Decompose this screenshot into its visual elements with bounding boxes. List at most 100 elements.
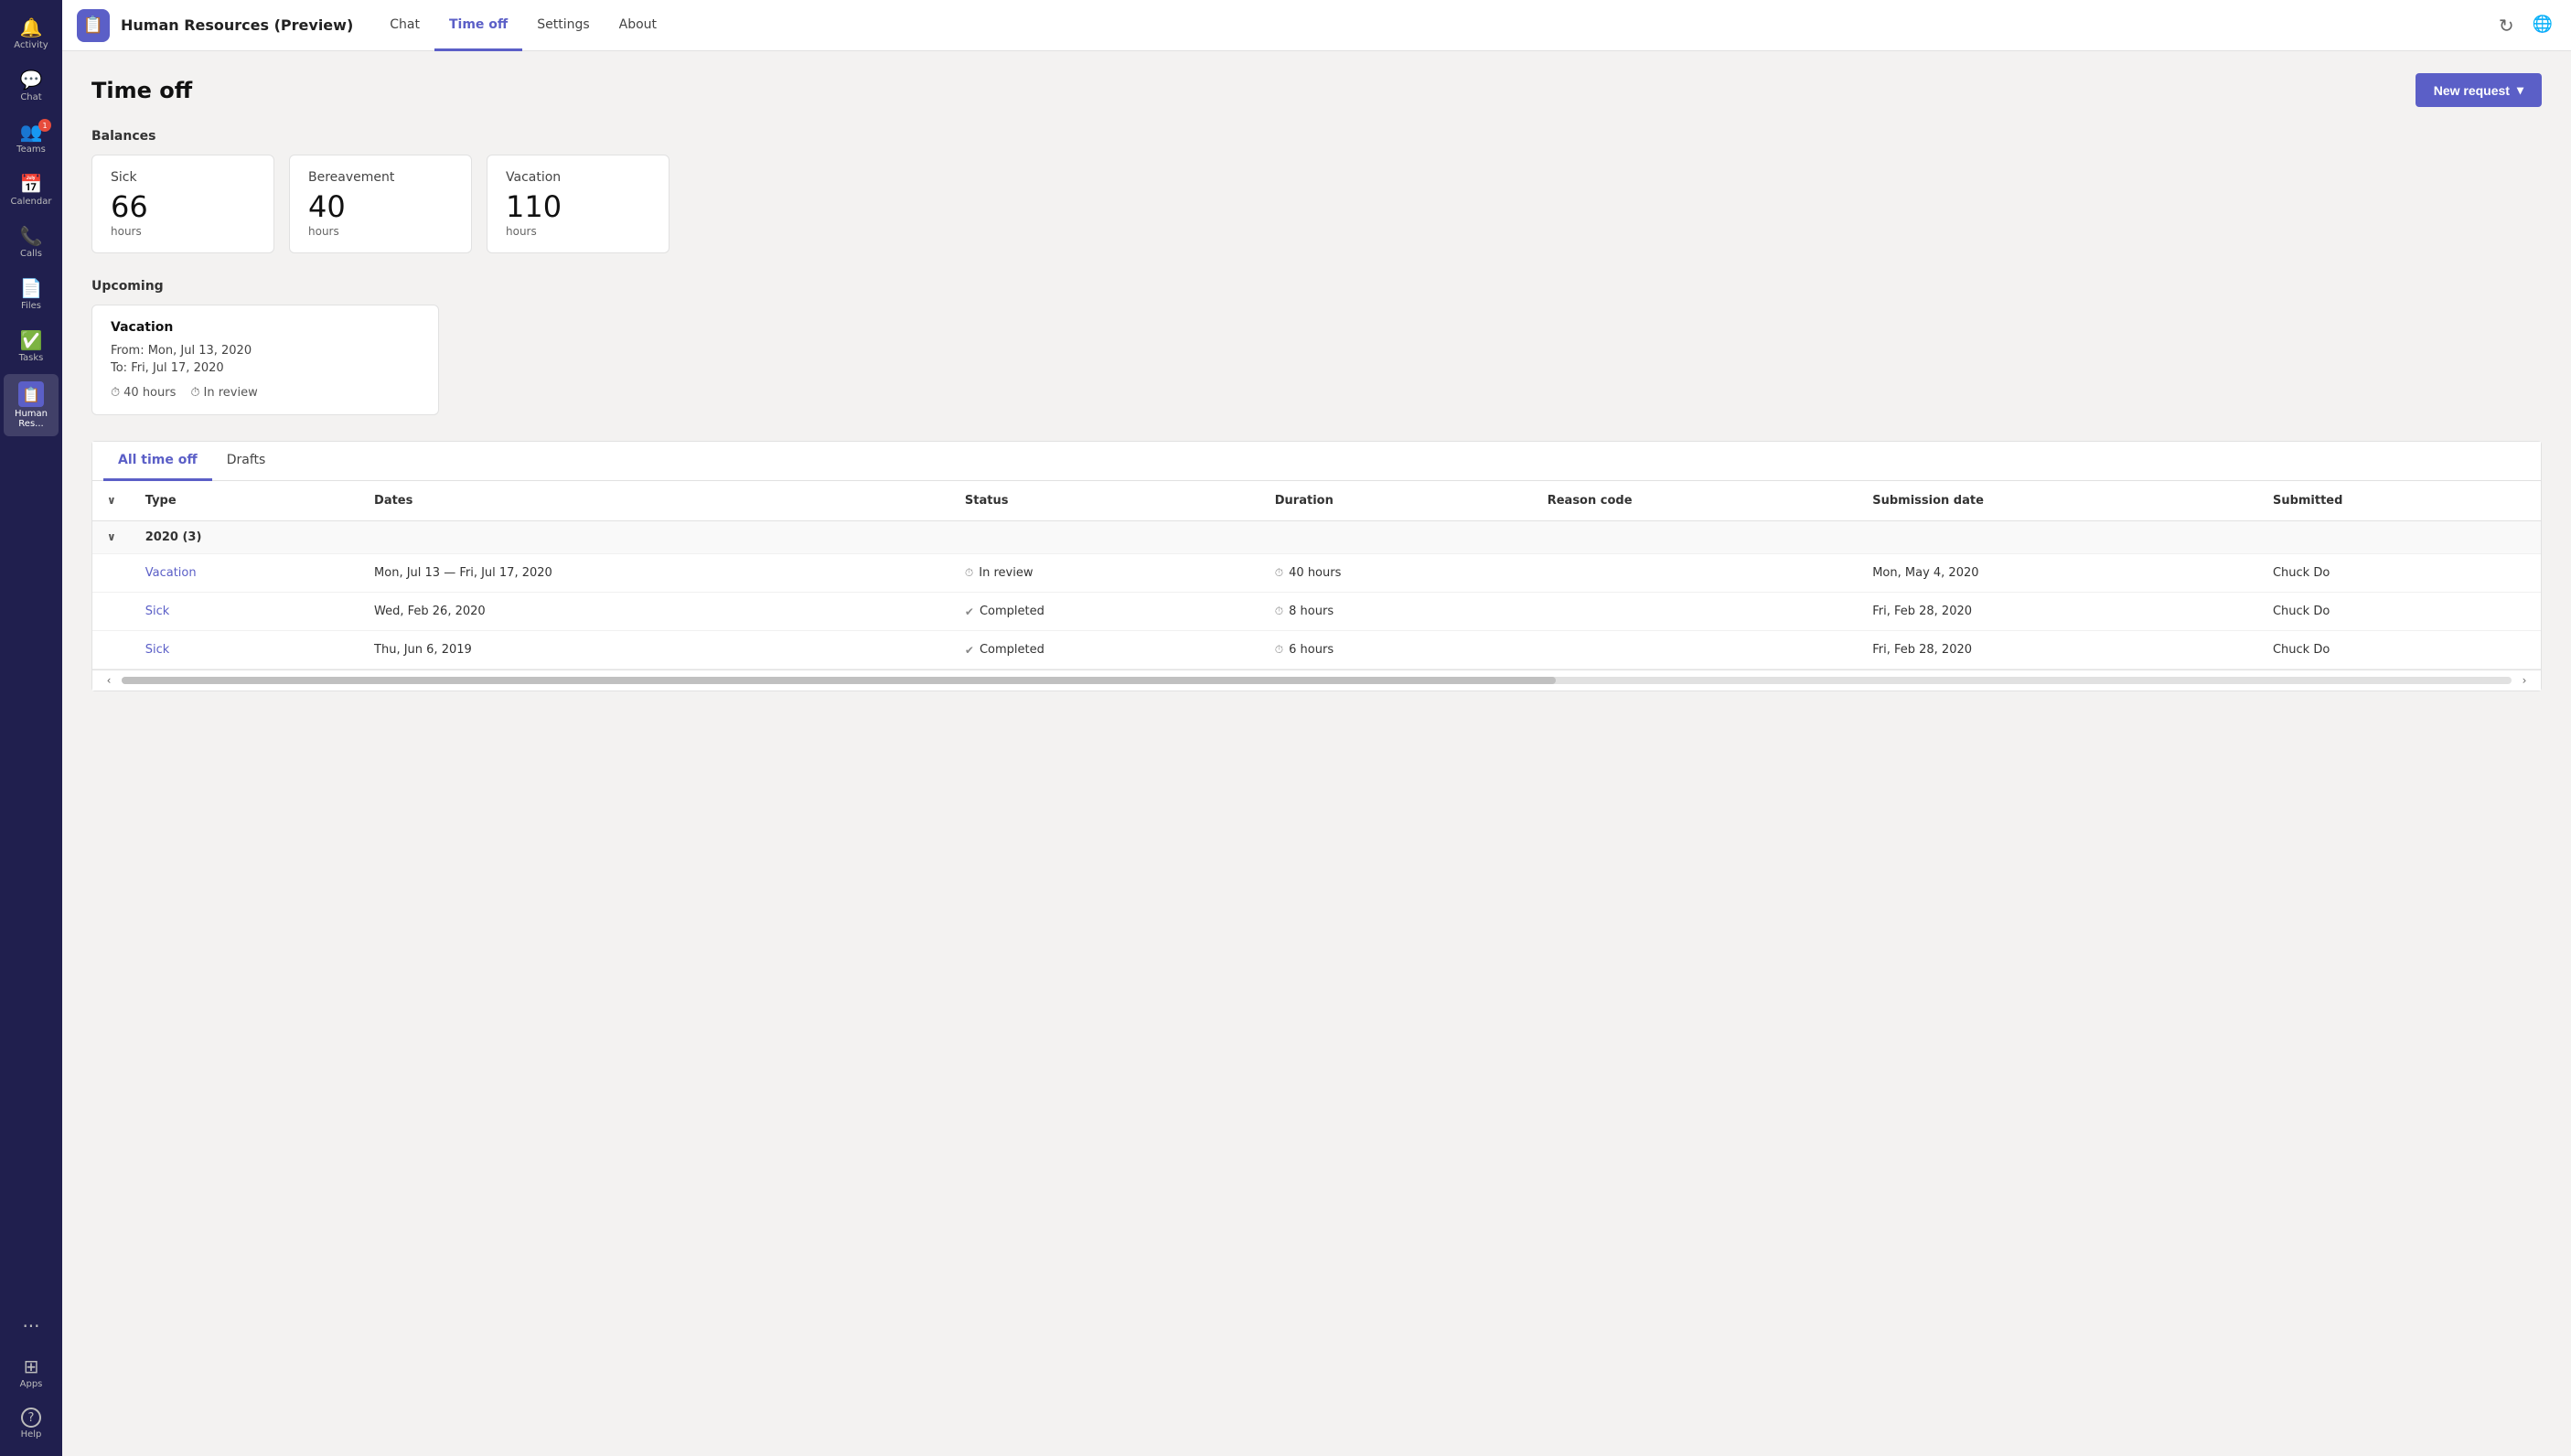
scroll-thumb[interactable]: [122, 677, 1556, 684]
expand-all-icon[interactable]: ∨: [107, 494, 116, 507]
row-indent: [92, 593, 131, 631]
sidebar-item-apps[interactable]: ⊞ Apps: [4, 1348, 59, 1397]
scroll-left-arrow[interactable]: ‹: [100, 674, 118, 687]
sidebar-item-humanres[interactable]: 📋 Human Res...: [4, 374, 59, 436]
balance-card-sick: Sick 66 hours: [91, 155, 274, 253]
status-label: In review: [979, 566, 1033, 580]
new-request-chevron: ▾: [2517, 82, 2523, 98]
row-type: Vacation: [131, 554, 359, 593]
balance-label-bereavement: hours: [308, 225, 453, 238]
duration-label: 8 hours: [1289, 605, 1334, 618]
row-type: Sick: [131, 593, 359, 631]
row-indent: [92, 631, 131, 669]
group-expand-icon[interactable]: ∨: [92, 521, 131, 554]
help-icon: ?: [21, 1408, 41, 1428]
row-submitted-by: Chuck Do: [2258, 554, 2541, 593]
topbar-nav: Chat Time off Settings About: [375, 0, 671, 50]
tasks-icon: ✅: [20, 329, 43, 351]
status-label: Completed: [980, 605, 1044, 618]
refresh-icon[interactable]: ↻: [2495, 11, 2518, 40]
sidebar: 🔔 Activity 💬 Chat 👥 Teams 1 📅 Calendar 📞…: [0, 0, 62, 1456]
table-row: Vacation Mon, Jul 13 — Fri, Jul 17, 2020…: [92, 554, 2541, 593]
status-icon: ⏱: [965, 566, 973, 580]
row-type-link[interactable]: Sick: [145, 643, 170, 657]
sidebar-item-calls[interactable]: 📞 Calls: [4, 218, 59, 266]
row-status: ✔ Completed: [950, 631, 1260, 669]
new-request-button[interactable]: New request ▾: [2416, 73, 2542, 107]
row-dates: Mon, Jul 13 — Fri, Jul 17, 2020: [359, 554, 950, 593]
horizontal-scrollbar[interactable]: ‹ ›: [92, 669, 2541, 691]
row-reason-code: [1533, 554, 1859, 593]
sidebar-item-label: Apps: [20, 1379, 43, 1389]
main-wrapper: 📋 Human Resources (Preview) Chat Time of…: [62, 0, 2571, 1456]
sidebar-item-label: Calendar: [11, 197, 52, 207]
sidebar-item-chat[interactable]: 💬 Chat: [4, 61, 59, 110]
topbar-icons: ↻ 🌐: [2495, 11, 2556, 40]
app-title: Human Resources (Preview): [121, 16, 353, 34]
upcoming-status-value: In review: [204, 386, 258, 400]
row-type-link[interactable]: Vacation: [145, 566, 197, 580]
sidebar-more-button[interactable]: ···: [13, 1306, 48, 1346]
sidebar-item-calendar[interactable]: 📅 Calendar: [4, 166, 59, 214]
upcoming-card-title: Vacation: [111, 320, 420, 335]
col-dates: Dates: [359, 481, 950, 521]
tabs: All time off Drafts: [92, 442, 2541, 481]
app-logo: 📋: [77, 9, 110, 42]
row-status: ✔ Completed: [950, 593, 1260, 631]
globe-icon[interactable]: 🌐: [2529, 11, 2556, 40]
duration-label: 6 hours: [1289, 643, 1334, 657]
upcoming-card: Vacation From: Mon, Jul 13, 2020 To: Fri…: [91, 305, 439, 415]
table-header-row: ∨ Type Dates Status Duration Reason code…: [92, 481, 2541, 521]
sidebar-item-help[interactable]: ? Help: [4, 1400, 59, 1447]
table-row: Sick Wed, Feb 26, 2020 ✔ Completed: [92, 593, 2541, 631]
sidebar-item-label: Chat: [20, 92, 41, 102]
table-container: ∨ Type Dates Status Duration Reason code…: [92, 481, 2541, 669]
col-status: Status: [950, 481, 1260, 521]
logo-icon: 📋: [83, 16, 103, 35]
sidebar-item-teams[interactable]: 👥 Teams 1: [4, 113, 59, 162]
time-off-table: ∨ Type Dates Status Duration Reason code…: [92, 481, 2541, 669]
teams-badge: 1: [38, 119, 51, 132]
balance-label-vacation: hours: [506, 225, 650, 238]
row-submission-date: Fri, Feb 28, 2020: [1858, 593, 2258, 631]
upcoming-hours-value: 40 hours: [123, 386, 176, 400]
sidebar-item-label: Human Res...: [9, 409, 53, 429]
row-submission-date: Fri, Feb 28, 2020: [1858, 631, 2258, 669]
row-submitted-by: Chuck Do: [2258, 593, 2541, 631]
page-header: Time off New request ▾: [91, 73, 2542, 107]
files-icon: 📄: [20, 277, 43, 299]
row-type: Sick: [131, 631, 359, 669]
balance-card-vacation: Vacation 110 hours: [487, 155, 670, 253]
tab-drafts[interactable]: Drafts: [212, 442, 281, 481]
row-submitted-by: Chuck Do: [2258, 631, 2541, 669]
scroll-right-arrow[interactable]: ›: [2515, 674, 2534, 687]
upcoming-card-meta: ⏱ 40 hours ⏱ In review: [111, 386, 420, 400]
balance-cards: Sick 66 hours Bereavement 40 hours Vacat…: [91, 155, 2542, 253]
upcoming-card-to: To: Fri, Jul 17, 2020: [111, 361, 420, 375]
nav-item-timeoff[interactable]: Time off: [434, 1, 522, 51]
table-body: ∨ 2020 (3) Vacation Mon, Jul 13 — Fri, J…: [92, 521, 2541, 669]
row-duration: ⏱ 8 hours: [1260, 593, 1533, 631]
row-reason-code: [1533, 593, 1859, 631]
tab-all-time-off[interactable]: All time off: [103, 442, 212, 481]
balance-hours-bereavement: 40: [308, 192, 453, 221]
activity-icon: 🔔: [20, 16, 43, 38]
upcoming-title: Upcoming: [91, 279, 2542, 294]
sidebar-item-files[interactable]: 📄 Files: [4, 270, 59, 318]
row-type-link[interactable]: Sick: [145, 605, 170, 618]
row-dates: Wed, Feb 26, 2020: [359, 593, 950, 631]
status-icon: ✔: [965, 605, 974, 618]
row-indent: [92, 554, 131, 593]
sidebar-item-activity[interactable]: 🔔 Activity: [4, 9, 59, 58]
sidebar-item-tasks[interactable]: ✅ Tasks: [4, 322, 59, 370]
sidebar-item-label: Tasks: [19, 353, 44, 363]
scroll-track[interactable]: [122, 677, 2512, 684]
status-label: Completed: [980, 643, 1044, 657]
nav-item-chat[interactable]: Chat: [375, 1, 434, 51]
nav-item-settings[interactable]: Settings: [522, 1, 604, 51]
upcoming-status-icon: ⏱: [190, 386, 199, 400]
sidebar-item-label: Files: [21, 301, 41, 311]
nav-item-about[interactable]: About: [605, 1, 671, 51]
row-reason-code: [1533, 631, 1859, 669]
row-submission-date: Mon, May 4, 2020: [1858, 554, 2258, 593]
